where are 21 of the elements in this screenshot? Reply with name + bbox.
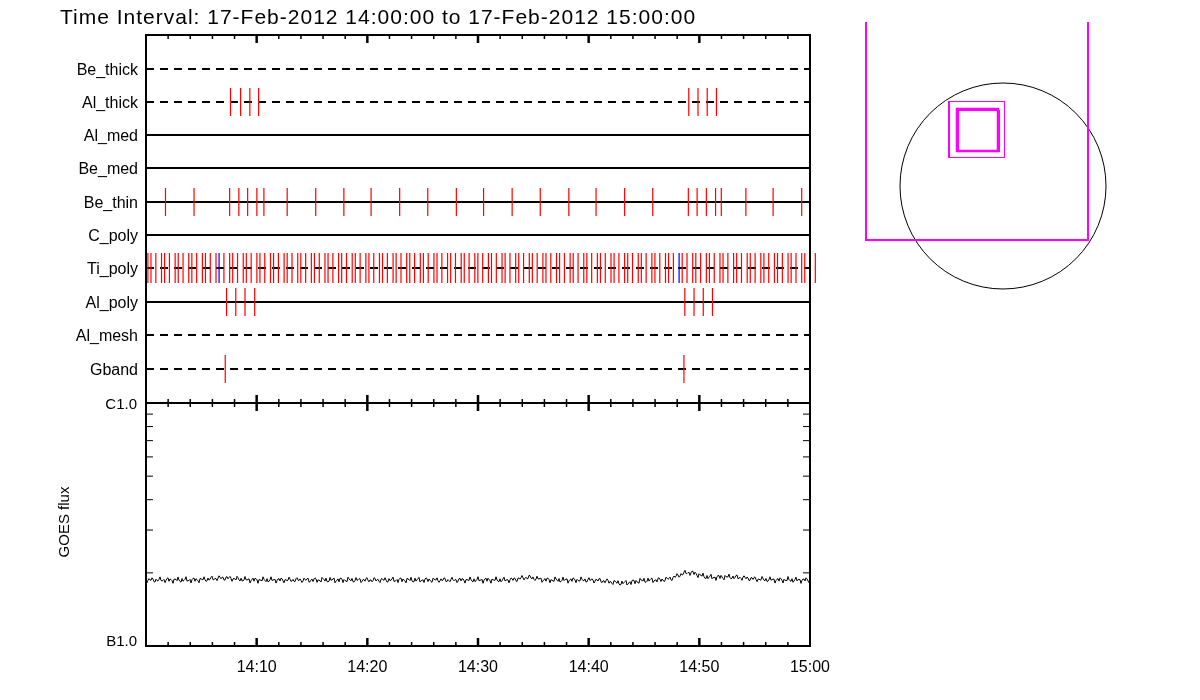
plot-title: Time Interval: 17-Feb-2012 14:00:00 to 17-Feb-2012 15:00:00 — [60, 5, 697, 28]
filter-label: Be_thin — [83, 194, 138, 211]
x-axis-label: 15:00 — [790, 658, 830, 675]
filter-label: Al_poly — [85, 294, 138, 311]
x-axis-label: 14:20 — [347, 658, 388, 675]
filter-label: Al_med — [83, 127, 138, 144]
y-axis-label: C1.0 — [105, 395, 137, 412]
filter-label: Gband — [89, 361, 138, 378]
filter-label: C_poly — [88, 227, 138, 244]
filter-label: Al_thick — [81, 94, 138, 111]
filter-label: Be_med — [78, 160, 138, 177]
x-axis-label: 14:50 — [679, 658, 720, 675]
filter-label: Ti_poly — [87, 260, 138, 277]
pointing-squares-drawing — [948, 101, 1005, 158]
x-axis-label: 14:10 — [236, 658, 277, 675]
y-axis-title: GOES flux — [55, 486, 72, 558]
filter-label: Al_mesh — [75, 327, 138, 344]
y-axis-label: B1.0 — [106, 632, 137, 649]
x-axis-label: 14:30 — [458, 658, 498, 675]
filter-label: Be_thick — [76, 61, 138, 78]
x-axis-label: 14:40 — [568, 658, 609, 675]
